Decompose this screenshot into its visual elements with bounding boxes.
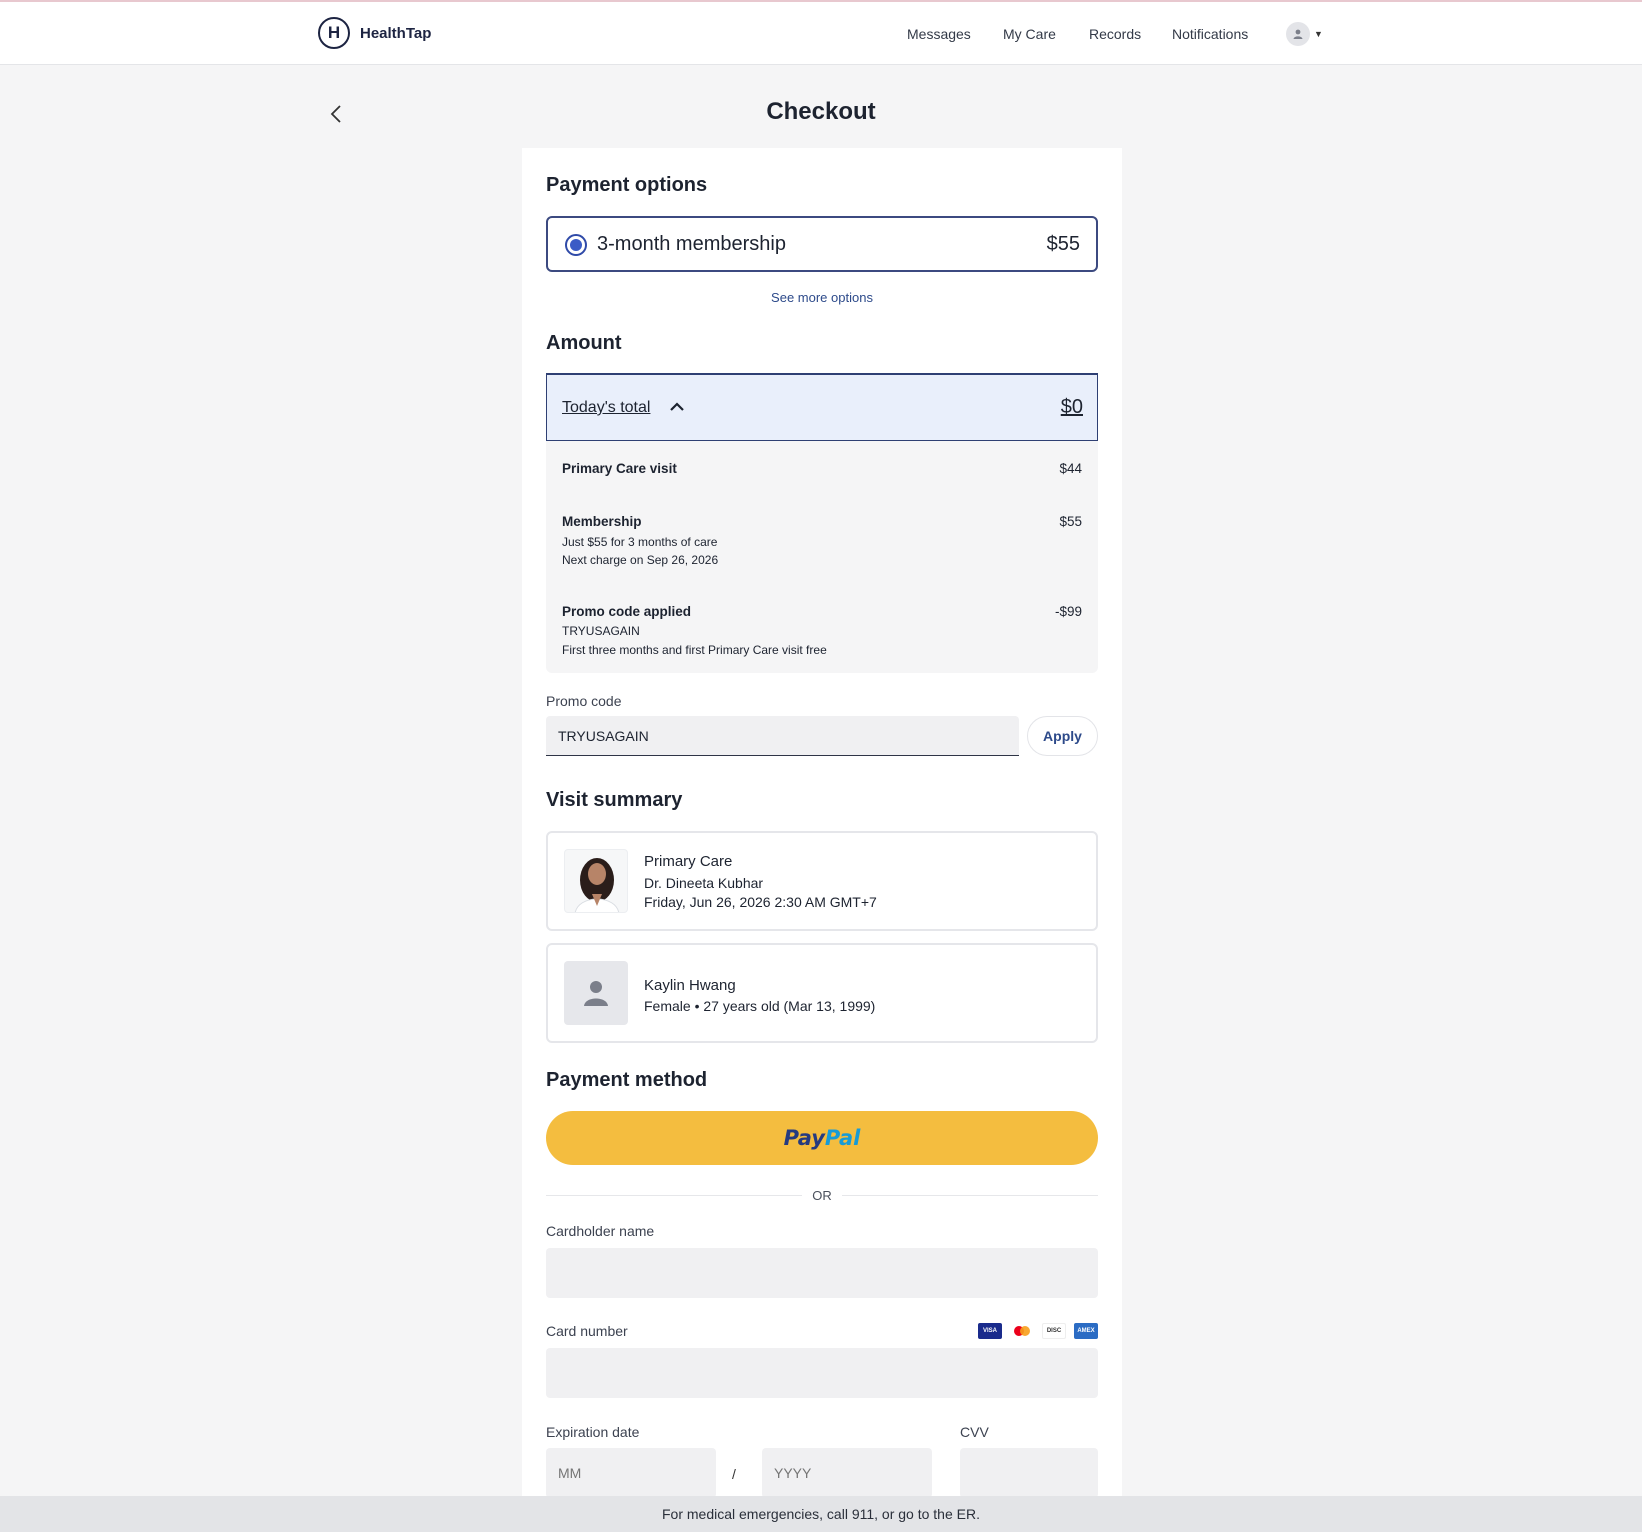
checkout-card: Payment options 3-month membership $55 S… (522, 148, 1122, 1498)
todays-total-toggle[interactable]: Today's total $0 (546, 373, 1098, 441)
chevron-down-icon: ▼ (1314, 29, 1323, 39)
visit-summary-heading: Visit summary (546, 789, 683, 811)
cardholder-name-label: Cardholder name (546, 1223, 655, 1239)
healthtap-logo[interactable]: H HealthTap (318, 17, 431, 49)
nav-notifications[interactable]: Notifications (1172, 26, 1248, 42)
plan-price: $55 (1046, 233, 1080, 255)
discover-icon: DISC (1042, 1323, 1066, 1339)
card-number-input[interactable] (546, 1348, 1098, 1398)
line-item-title: Promo code applied (562, 604, 692, 619)
app-name: HealthTap (360, 24, 432, 42)
visa-icon: VISA (978, 1323, 1002, 1339)
expiration-date-label: Expiration date (546, 1424, 640, 1440)
patient-info: Female • 27 years old (Mar 13, 1999) (644, 998, 876, 1014)
patient-avatar-icon (564, 961, 628, 1025)
paypal-wordmark-pal: Pal (824, 1126, 861, 1150)
expiration-month-input[interactable] (546, 1448, 716, 1498)
account-menu-button[interactable]: ▼ (1286, 22, 1323, 46)
see-more-options-link[interactable]: See more options (522, 290, 1122, 305)
todays-total-label: Today's total (562, 399, 651, 416)
line-item-detail: First three months and first Primary Car… (562, 643, 827, 657)
cardholder-name-input[interactable] (546, 1248, 1098, 1298)
top-navigation-bar: H HealthTap Messages My Care Records Not… (0, 2, 1642, 65)
visit-details-card: Primary Care Dr. Dineeta Kubhar Friday, … (546, 831, 1098, 931)
line-item-amount: $44 (1059, 461, 1082, 476)
line-item-amount: $55 (1059, 514, 1082, 529)
patient-card: Kaylin Hwang Female • 27 years old (Mar … (546, 943, 1098, 1043)
visit-type: Primary Care (644, 853, 733, 870)
cvv-input[interactable] (960, 1448, 1098, 1498)
line-item-title: Membership (562, 514, 642, 529)
card-number-label: Card number (546, 1323, 628, 1339)
payment-method-heading: Payment method (546, 1069, 708, 1091)
doctor-name: Dr. Dineeta Kubhar (644, 875, 764, 891)
promo-code-input[interactable] (546, 716, 1019, 756)
or-divider-label: OR (522, 1188, 1122, 1203)
line-item-amount: -$99 (1054, 604, 1082, 619)
plan-option-3-month[interactable]: 3-month membership $55 (546, 216, 1098, 272)
line-item-detail: Next charge on Sep 26, 2026 (562, 553, 719, 567)
visit-datetime: Friday, Jun 26, 2026 2:30 AM GMT+7 (644, 894, 877, 910)
paypal-button[interactable]: PayPal (546, 1111, 1098, 1165)
date-separator: / (732, 1466, 736, 1482)
amount-heading: Amount (546, 332, 622, 354)
emergency-footer: For medical emergencies, call 911, or go… (0, 1496, 1642, 1532)
nav-records[interactable]: Records (1089, 26, 1141, 42)
line-item-detail: TRYUSAGAIN (562, 624, 640, 638)
nav-my-care[interactable]: My Care (1003, 26, 1056, 42)
paypal-wordmark-pay: Pay (783, 1126, 825, 1150)
card-brands: VISA DISC AMEX (978, 1323, 1098, 1339)
cvv-label: CVV (960, 1424, 989, 1440)
expiration-year-input[interactable] (762, 1448, 932, 1498)
page-title: Checkout (766, 98, 876, 125)
plan-label: 3-month membership (597, 233, 786, 255)
nav-messages[interactable]: Messages (907, 26, 971, 42)
user-avatar-icon (1286, 22, 1310, 46)
chevron-up-icon (670, 402, 684, 411)
amex-icon: AMEX (1074, 1323, 1098, 1339)
patient-name: Kaylin Hwang (644, 977, 736, 994)
plan-radio-selected[interactable] (565, 234, 587, 256)
healthtap-logo-icon: H (318, 17, 350, 49)
mastercard-icon (1010, 1323, 1034, 1339)
apply-promo-button[interactable]: Apply (1027, 716, 1098, 756)
promo-code-label: Promo code (546, 693, 622, 709)
line-item-detail: Just $55 for 3 months of care (562, 535, 718, 549)
payment-options-heading: Payment options (546, 174, 708, 196)
doctor-photo (564, 849, 628, 913)
todays-total-value: $0 (1060, 396, 1083, 418)
amount-breakdown: Primary Care visit $44 Membership $55 Ju… (546, 441, 1098, 673)
line-item-title: Primary Care visit (562, 461, 677, 476)
